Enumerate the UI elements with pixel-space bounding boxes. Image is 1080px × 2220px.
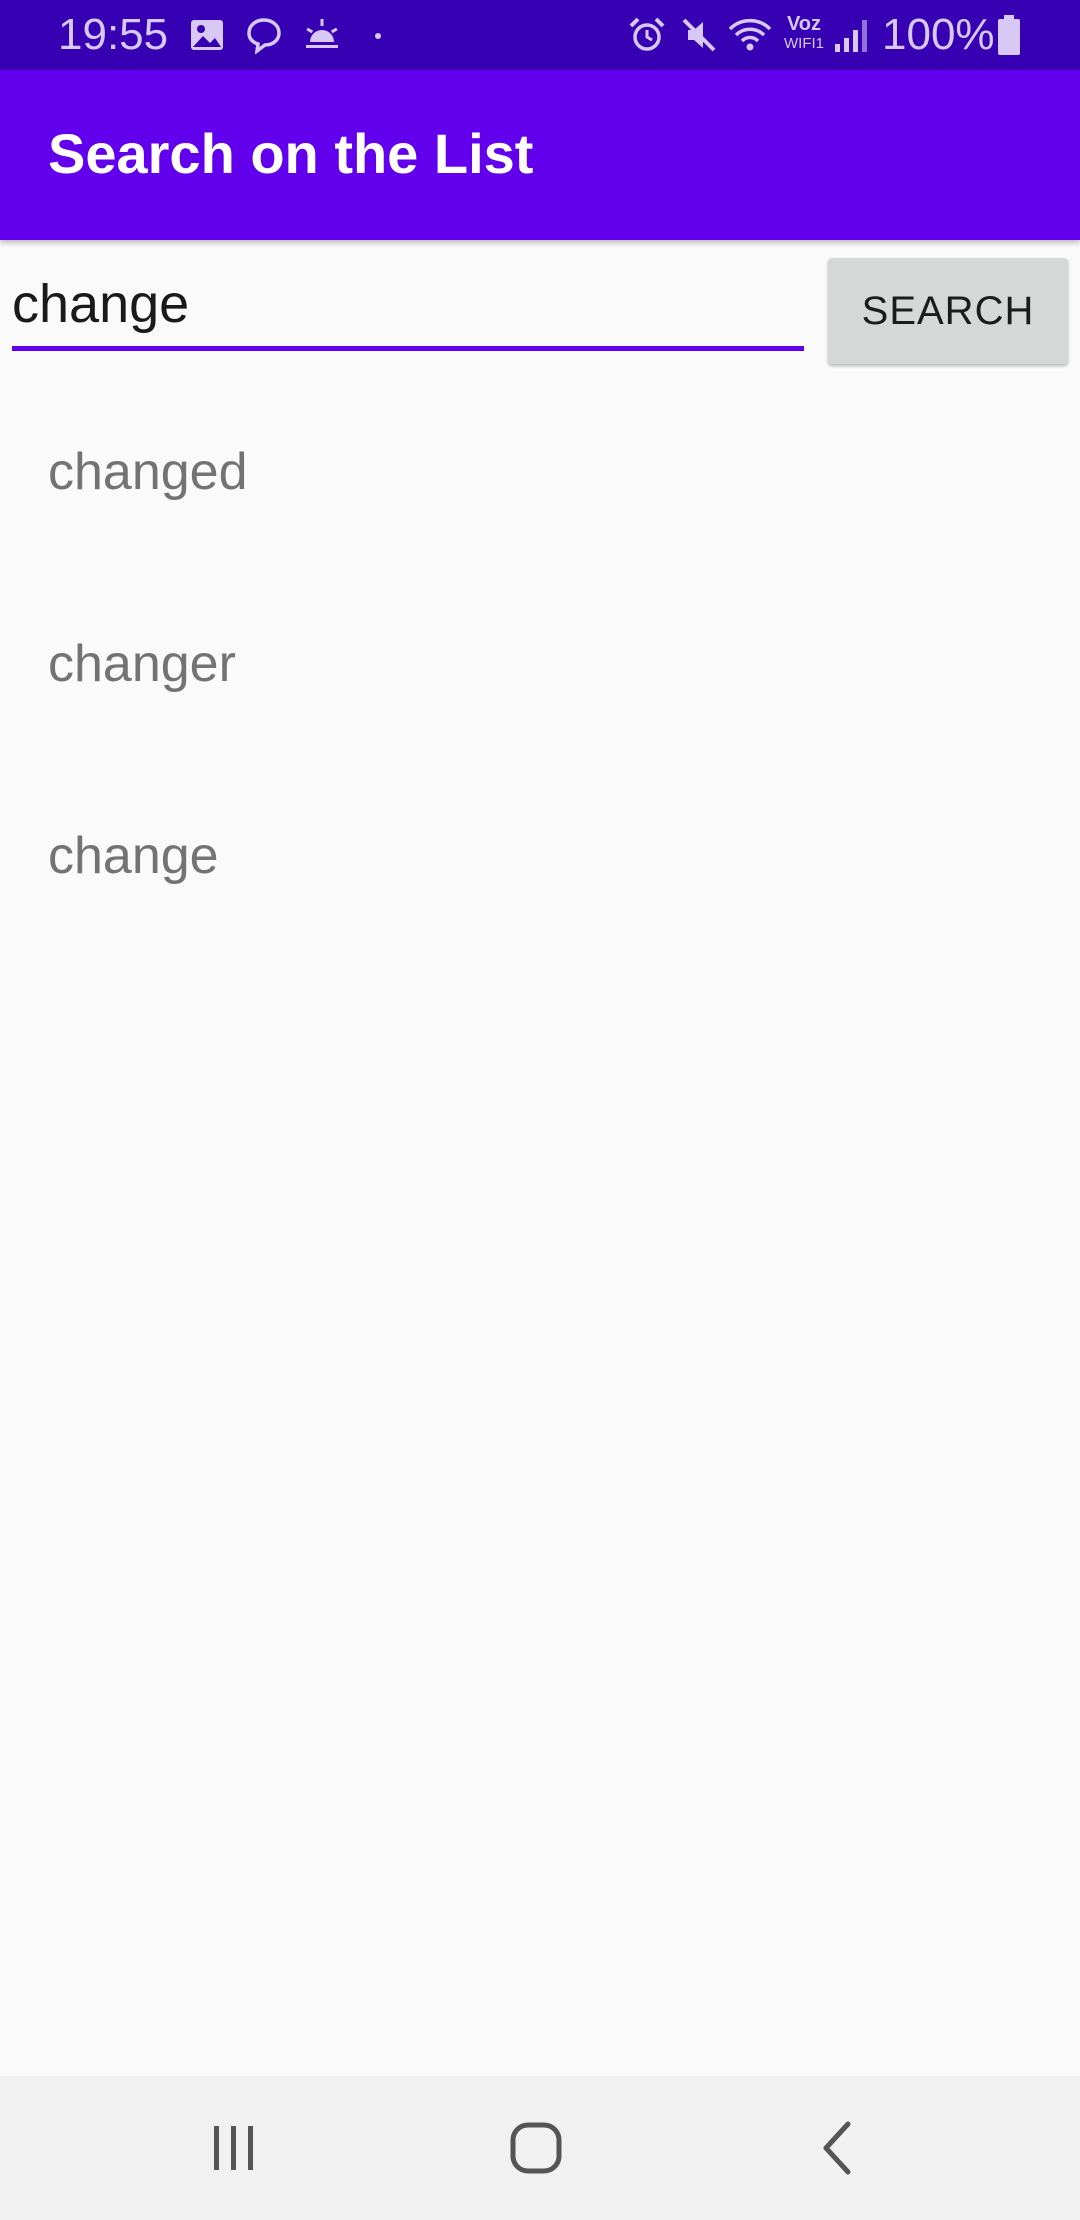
list-item[interactable]: changer (0, 594, 1080, 754)
mute-icon (682, 18, 716, 52)
chat-bubble-icon (247, 18, 281, 54)
notification-dot (375, 33, 381, 39)
battery-icon (998, 15, 1020, 55)
wifi-label-top: Voz (786, 13, 822, 35)
navigation-bar (0, 2076, 1080, 2220)
search-input[interactable] (12, 260, 804, 348)
list-item-label: change (48, 827, 219, 885)
list-item[interactable]: changed (0, 402, 1080, 562)
back-icon[interactable] (798, 2108, 878, 2188)
search-button[interactable]: SEARCH (828, 258, 1068, 364)
battery-percent: 100% (882, 10, 995, 59)
app-bar: Search on the List (0, 70, 1080, 240)
list-item-label: changed (48, 443, 248, 501)
gallery-icon (191, 20, 223, 50)
wifi-label-bottom: WIFI1 (784, 35, 824, 52)
app-title: Search on the List (48, 122, 534, 185)
home-icon[interactable] (496, 2108, 576, 2188)
sunrise-weather-icon (306, 19, 338, 48)
alarm-icon (629, 17, 665, 51)
wifi-icon (728, 18, 772, 51)
list-item[interactable]: change (0, 786, 1080, 946)
list-item-label: changer (48, 635, 236, 693)
search-field (12, 260, 804, 354)
status-time: 19:55 (58, 10, 169, 59)
signal-icon (835, 20, 867, 52)
recent-apps-icon[interactable] (194, 2108, 274, 2188)
wifi-label: Voz WIFI1 (779, 14, 829, 54)
status-bar: 19:55 Voz WIFI1 100% (0, 0, 1080, 70)
search-input-underline (12, 346, 804, 351)
